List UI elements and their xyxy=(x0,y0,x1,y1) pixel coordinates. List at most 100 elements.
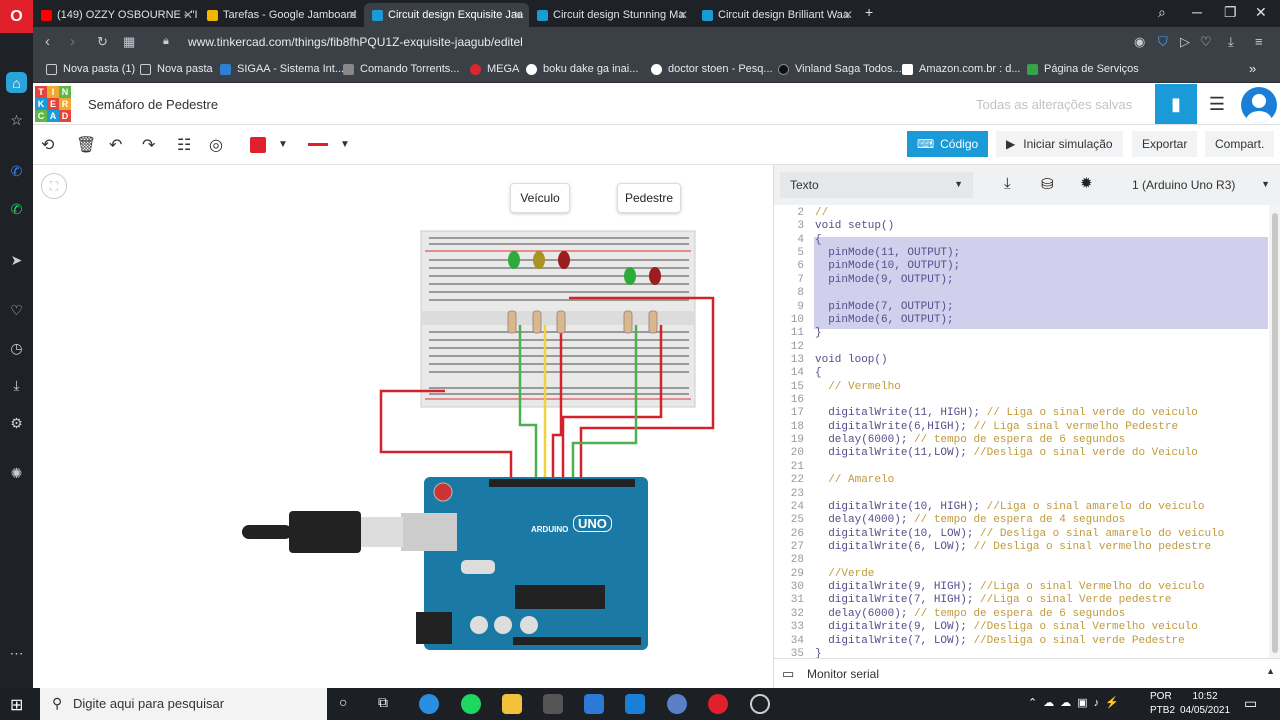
taskbar-search[interactable]: ⚲ Digite aqui para pesquisar xyxy=(40,688,327,720)
bookmark-item[interactable]: doctor stoen - Pesq... xyxy=(651,63,773,75)
star-icon[interactable]: ☆ xyxy=(6,110,27,131)
search-icon[interactable]: ⌕ xyxy=(1158,4,1166,21)
notifications-icon[interactable]: ▭ xyxy=(1244,695,1257,712)
windows-start-icon[interactable]: ⊞ xyxy=(10,695,23,715)
mail-icon[interactable] xyxy=(584,694,604,714)
led-yellow-vehicle[interactable] xyxy=(533,251,545,269)
bookmark-item[interactable]: Comando Torrents... xyxy=(343,63,459,75)
bookmark-item[interactable]: SIGAA - Sistema Int... xyxy=(220,63,344,75)
task-view-icon[interactable]: ⧉ xyxy=(378,694,388,711)
new-tab-icon[interactable]: + xyxy=(865,4,873,20)
url-field[interactable]: www.tinkercad.com/things/fib8fhPQU1Z-exq… xyxy=(188,35,523,49)
gb-app-icon[interactable] xyxy=(667,694,687,714)
download-icon[interactable]: ⤓ xyxy=(6,375,27,396)
code-line[interactable]: delay(6000); // tempo de espera de 6 seg… xyxy=(815,608,1125,620)
code-line[interactable]: digitalWrite(11,LOW); //Desliga o sinal … xyxy=(815,447,1198,459)
bookmark-item[interactable]: Amazon.com.br : d... xyxy=(902,63,1020,75)
code-line[interactable]: pinMode(7, OUTPUT); xyxy=(815,301,953,313)
code-line[interactable]: delay(4000); // tempo de espera de 4 seg… xyxy=(815,514,1125,526)
code-line[interactable]: void setup() xyxy=(815,220,894,232)
redo-icon[interactable]: ↷ xyxy=(142,135,155,155)
minimize-icon[interactable]: ─ xyxy=(1192,4,1202,20)
serial-monitor-bar[interactable]: ▭ Monitor serial ▲ xyxy=(774,658,1280,688)
tabs-grid-icon[interactable]: ▦ xyxy=(123,34,135,50)
camera-icon[interactable]: ◉ xyxy=(1134,34,1145,50)
clock[interactable]: 10:52 04/05/2021 xyxy=(1180,690,1230,718)
file-explorer-icon[interactable] xyxy=(502,694,522,714)
led-green-vehicle[interactable] xyxy=(508,251,520,269)
close-icon[interactable]: ✕ xyxy=(348,8,358,22)
share-icon[interactable]: ▷ xyxy=(1180,34,1190,50)
scrollbar-thumb[interactable] xyxy=(1272,213,1278,653)
code-line[interactable]: digitalWrite(7, HIGH); //Liga o sinal Ve… xyxy=(815,594,1171,606)
code-line[interactable]: { xyxy=(815,367,822,379)
undo-icon[interactable]: ↶ xyxy=(109,135,122,155)
code-line[interactable]: digitalWrite(9, HIGH); //Liga o sinal Ve… xyxy=(815,581,1204,593)
share-button[interactable]: Compart. xyxy=(1205,131,1275,157)
code-line[interactable]: digitalWrite(6,HIGH); // Liga sinal verm… xyxy=(815,421,1178,433)
menu-icon[interactable]: ≡ xyxy=(1255,34,1263,49)
code-line[interactable]: pinMode(6, OUTPUT); xyxy=(815,314,953,326)
cortana-icon[interactable]: ○ xyxy=(339,694,347,710)
keyboard-layout[interactable]: POR PTB2 xyxy=(1150,690,1175,718)
code-line[interactable]: } xyxy=(815,327,822,339)
bookmark-item[interactable]: boku dake ga inai... xyxy=(526,63,638,75)
bookmark-item[interactable]: MEGA xyxy=(470,63,519,75)
color-picker[interactable] xyxy=(250,137,266,153)
code-line[interactable]: digitalWrite(7, LOW); //Desliga o sinal … xyxy=(815,635,1184,647)
code-line[interactable]: delay(6000); // tempo de espera de 6 seg… xyxy=(815,434,1125,446)
upload-icon[interactable]: ⛁ xyxy=(1041,175,1054,193)
avatar[interactable] xyxy=(1241,87,1277,123)
download-code-icon[interactable]: ⤓ xyxy=(1004,175,1011,192)
chevron-down-icon[interactable]: ▼ xyxy=(278,139,288,150)
tray-icons[interactable]: ⌃☁☁▣♪⚡ xyxy=(1028,696,1125,709)
code-line[interactable]: digitalWrite(11, HIGH); // Liga o sinal … xyxy=(815,407,1198,419)
led-red-vehicle[interactable] xyxy=(558,251,570,269)
start-simulation-button[interactable]: ▶ Iniciar simulação xyxy=(996,131,1123,157)
download-icon[interactable]: ⤓ xyxy=(1228,34,1234,50)
tinkercad-logo[interactable]: T I N K E R C A D xyxy=(35,86,71,122)
close-icon[interactable]: ✕ xyxy=(183,8,193,22)
code-line[interactable]: digitalWrite(6, LOW); // Desliga o sinal… xyxy=(815,541,1211,553)
delete-icon[interactable]: 🗑︎ xyxy=(76,135,96,155)
code-line[interactable]: pinMode(10, OUTPUT); xyxy=(815,260,960,272)
whatsapp-icon[interactable]: ✆ xyxy=(6,199,27,220)
rotate-icon[interactable]: ⟲ xyxy=(41,135,54,155)
circuit-view-icon[interactable]: ▮ xyxy=(1155,84,1197,124)
bookmark-item[interactable]: Página de Serviços xyxy=(1027,63,1139,75)
tab-circuit-brilliant[interactable]: Circuit design Brilliant Waa ✕ xyxy=(694,3,859,27)
maximize-icon[interactable]: ❐ xyxy=(1224,4,1237,21)
more-icon[interactable]: ⋯ xyxy=(6,643,27,664)
device-select[interactable]: 1 (Arduino Uno R3) ▼ xyxy=(1122,172,1274,198)
list-view-icon[interactable]: ☰ xyxy=(1197,84,1237,124)
code-editor[interactable]: 2 // 3 void setup() 4 {5 pinMode(11, OUTPUT);… xyxy=(774,205,1269,658)
bookmark-item[interactable]: Nova pasta xyxy=(140,63,213,75)
home-icon[interactable]: ⌂ xyxy=(6,72,27,93)
tab-circuit-stunning[interactable]: Circuit design Stunning Ma ✕ xyxy=(529,3,694,27)
shield-icon[interactable]: ⛉ xyxy=(1158,34,1168,50)
code-line[interactable]: digitalWrite(10, HIGH); //Liga o sinal a… xyxy=(815,501,1204,513)
debugger-icon[interactable]: ✹ xyxy=(1080,174,1093,192)
code-mode-select[interactable]: Texto ▼ xyxy=(780,172,973,198)
close-icon[interactable]: ✕ xyxy=(843,8,853,22)
opera-logo[interactable]: O xyxy=(0,0,33,33)
history-icon[interactable]: ◷ xyxy=(6,338,27,359)
code-line[interactable]: void loop() xyxy=(815,354,888,366)
forward-icon[interactable]: › xyxy=(70,33,75,50)
chevron-up-icon[interactable]: ▲ xyxy=(1266,666,1275,676)
project-title[interactable]: Semáforo de Pedestre xyxy=(88,97,218,112)
chevron-down-icon[interactable]: ▼ xyxy=(340,139,350,150)
led-green-pedestrian[interactable] xyxy=(624,267,636,285)
heart-icon[interactable]: ♡ xyxy=(6,300,27,321)
code-button[interactable]: ⌨ Código xyxy=(907,131,988,157)
store-icon[interactable] xyxy=(543,694,563,714)
visibility-icon[interactable]: ◎ xyxy=(209,135,223,155)
back-icon[interactable]: ‹ xyxy=(45,33,50,50)
more-bookmarks-icon[interactable]: » xyxy=(1249,61,1256,76)
code-line[interactable]: //Verde xyxy=(815,568,874,580)
tab-circuit-exquisite[interactable]: Circuit design Exquisite Jaa ✕ xyxy=(364,3,529,27)
bookmark-item[interactable]: Vinland Saga Todos... xyxy=(778,63,902,75)
code-line[interactable]: pinMode(11, OUTPUT); xyxy=(815,247,960,259)
circuit-canvas[interactable]: ⛶ Veículo Pedestre ARDUINO UNO xyxy=(33,165,773,688)
heart-icon[interactable]: ♡ xyxy=(1200,34,1212,50)
